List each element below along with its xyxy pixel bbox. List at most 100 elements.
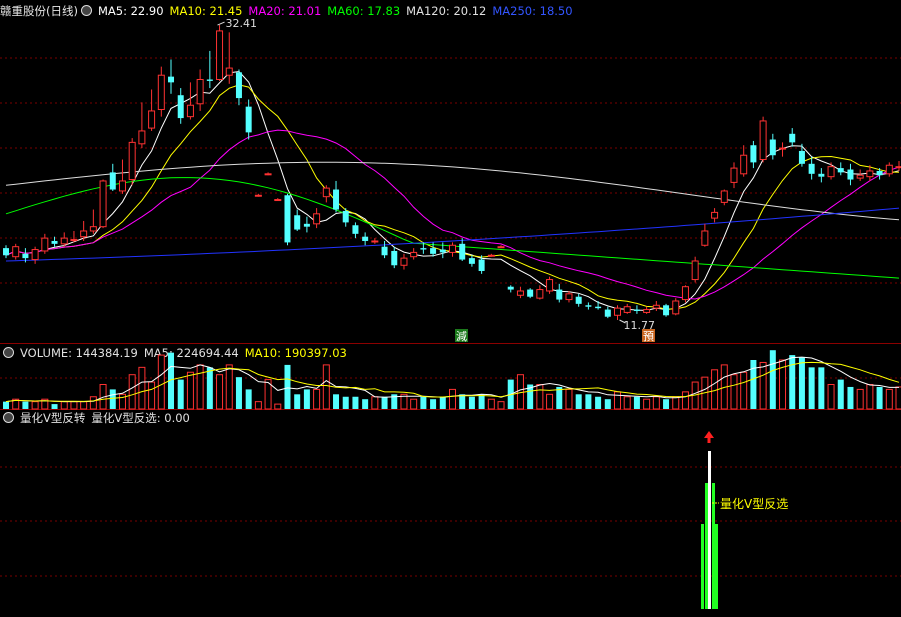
volume-bar <box>245 389 252 409</box>
candle-body <box>118 180 126 192</box>
volume-bar <box>303 389 310 409</box>
candle-body <box>3 248 9 256</box>
candle-body <box>245 106 252 133</box>
candle-body <box>109 172 116 190</box>
candle-body <box>837 168 844 173</box>
volume-bar <box>362 399 369 409</box>
ma-line <box>5 70 900 311</box>
candle-body <box>643 309 651 313</box>
candle-body <box>186 104 194 118</box>
candle-body <box>798 150 805 164</box>
candle-body <box>681 286 689 301</box>
kline-chart[interactable]: 量化V型反选 32.4111.77減預 <box>0 0 901 617</box>
candle-body <box>177 95 184 119</box>
candle-body <box>507 286 514 290</box>
candle-body <box>487 254 495 257</box>
candle-body <box>536 289 544 299</box>
candle-body <box>12 246 20 258</box>
volume-bar <box>595 396 602 409</box>
candle-body <box>371 240 379 243</box>
volume-bar <box>808 367 815 409</box>
candle-body <box>720 190 728 203</box>
up-arrow-icon <box>704 431 714 443</box>
candle-body <box>381 246 388 256</box>
volume-bar <box>866 384 874 410</box>
candle-body <box>294 215 301 230</box>
volume-bar <box>206 367 213 409</box>
candle-body <box>759 120 767 161</box>
moving-average-lines <box>5 70 900 311</box>
candle-body <box>99 180 107 228</box>
candle-body <box>565 293 573 301</box>
high-price-label: 32.41 <box>226 17 257 30</box>
signal-bar <box>715 524 718 609</box>
candle-body <box>459 243 466 260</box>
volume-bar <box>216 374 224 410</box>
volume-bar <box>789 355 796 409</box>
volume-bar <box>663 399 670 409</box>
candle-body <box>342 210 349 223</box>
candle-body <box>51 240 58 244</box>
candle-body <box>468 258 475 264</box>
ma-line <box>5 161 900 221</box>
volume-bar <box>565 388 573 410</box>
volume-bar <box>352 396 359 409</box>
candle-body <box>827 166 835 178</box>
candle-body <box>225 67 233 76</box>
candle-body <box>604 309 611 317</box>
candle-body <box>60 237 68 245</box>
volume-bar <box>31 401 39 410</box>
candle-body <box>730 167 738 183</box>
volume-bar <box>70 401 78 410</box>
candle-body <box>313 213 321 225</box>
volume-bar <box>633 396 640 409</box>
candle-body <box>779 147 787 150</box>
yu-marker: 預 <box>643 330 654 343</box>
candle-body <box>595 306 602 309</box>
volume-bar <box>284 364 291 409</box>
candle-body <box>818 173 825 177</box>
volume-bar <box>759 361 767 410</box>
volume-bar <box>254 401 262 410</box>
volume-bar <box>750 360 757 409</box>
volume-bar <box>235 377 242 409</box>
volume-bar <box>585 394 592 409</box>
candle-body <box>740 154 748 175</box>
candle-body <box>497 246 505 249</box>
volume-bar <box>672 396 680 410</box>
volume-bar <box>623 396 631 410</box>
high-pointer <box>217 21 225 26</box>
candle-body <box>652 304 660 309</box>
candle-body <box>876 170 883 176</box>
candle-body <box>866 170 874 178</box>
volume-bar <box>827 384 835 410</box>
candle-body <box>430 248 437 254</box>
volume-bar <box>847 386 854 409</box>
candle-body <box>614 307 622 316</box>
candle-body <box>478 259 485 271</box>
candle-body <box>556 289 563 300</box>
volume-bar <box>89 396 97 410</box>
candle-body <box>420 248 427 250</box>
volume-bar <box>274 403 282 410</box>
candle-body <box>138 130 146 145</box>
volume-bar <box>643 398 651 410</box>
volume-bar <box>51 404 58 409</box>
volume-bar <box>157 354 165 410</box>
candle-body <box>322 187 330 198</box>
volume-bar <box>225 364 233 410</box>
candle-body <box>847 169 854 180</box>
candle-body <box>400 257 408 266</box>
volume-bar <box>342 396 349 409</box>
candle-body <box>895 166 901 169</box>
volume-bars <box>3 350 901 410</box>
volume-bar <box>420 396 427 409</box>
volume-bar <box>186 371 194 410</box>
volume-bar <box>468 396 475 409</box>
volume-bar <box>439 396 446 409</box>
candle-body <box>769 139 776 156</box>
volume-bar <box>575 394 582 409</box>
chart-labels: 32.4111.77減預 <box>217 17 655 343</box>
candle-body <box>516 290 524 296</box>
volume-bar <box>546 393 554 410</box>
